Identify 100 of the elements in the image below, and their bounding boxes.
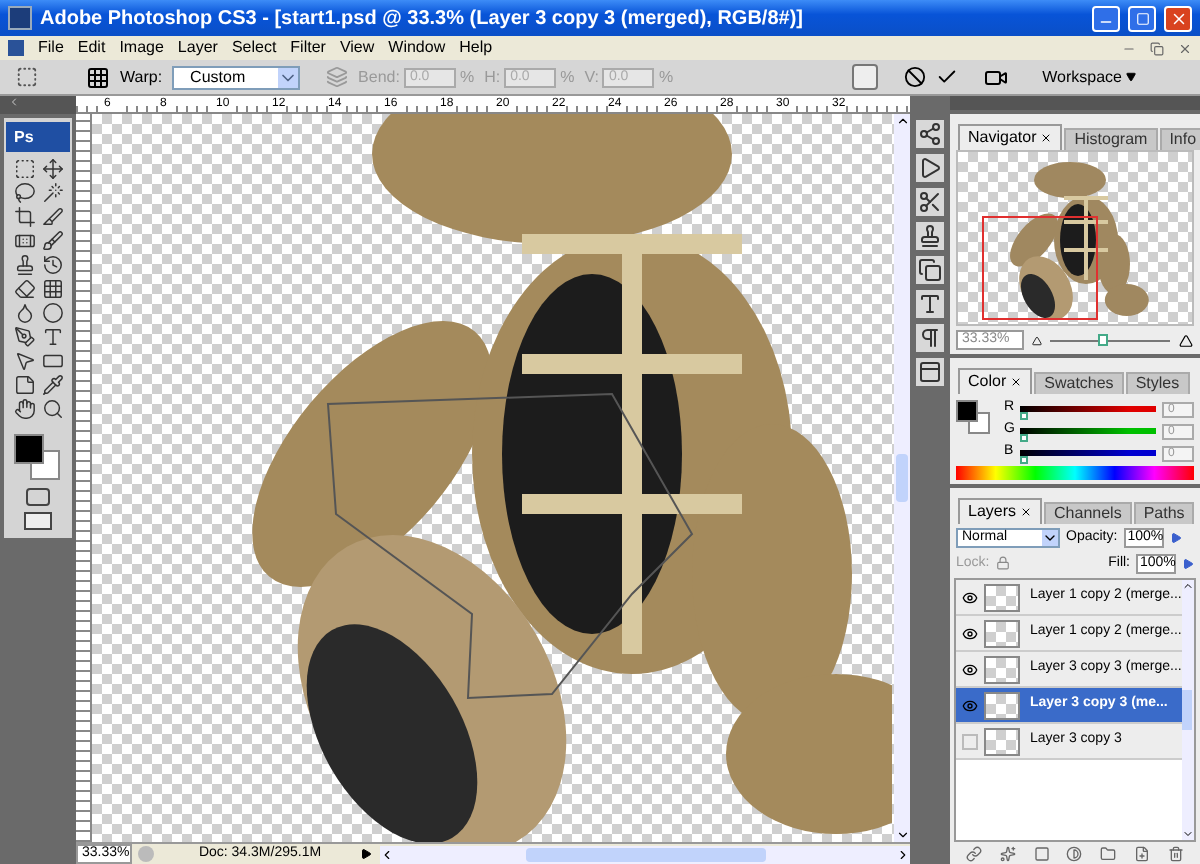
scrollbar-thumb[interactable] — [1182, 690, 1193, 730]
chevron-left-icon[interactable] — [380, 847, 394, 861]
character-icon[interactable] — [916, 290, 944, 318]
commit-icon[interactable] — [936, 66, 959, 88]
paragraph-icon[interactable] — [916, 324, 944, 352]
scrollbar-thumb[interactable] — [896, 454, 908, 502]
tool-preset-icon[interactable] — [16, 66, 38, 88]
stamp-icon[interactable] — [13, 254, 35, 276]
menu-item[interactable]: Select — [231, 36, 277, 60]
clone-source-icon[interactable] — [916, 222, 944, 250]
folder-icon[interactable] — [1100, 845, 1117, 861]
chevron-up-icon[interactable] — [895, 114, 909, 128]
warp-icon[interactable] — [86, 65, 110, 89]
menu-item[interactable]: Layer — [177, 36, 218, 60]
field-label: H: — [484, 65, 501, 89]
marquee-icon[interactable] — [13, 158, 35, 180]
close-icon[interactable] — [1010, 376, 1023, 388]
close-icon[interactable] — [1040, 132, 1053, 144]
menu-item[interactable]: Window — [388, 36, 446, 60]
panel-tab[interactable]: Styles — [1125, 372, 1190, 394]
slider-thumb[interactable] — [1097, 333, 1108, 345]
wand-icon[interactable] — [41, 182, 63, 204]
pen-icon[interactable] — [13, 326, 35, 348]
caret-icon — [278, 67, 299, 87]
panel-tab[interactable]: Color — [958, 368, 1033, 394]
minimize-button[interactable] — [1092, 5, 1120, 31]
zoom-icon[interactable] — [41, 398, 63, 420]
scrollbar-thumb[interactable] — [525, 847, 765, 861]
chevron-right-icon[interactable] — [896, 847, 910, 861]
play-icon[interactable] — [916, 154, 944, 182]
camera-icon[interactable] — [984, 65, 1009, 89]
type-icon[interactable] — [41, 326, 63, 348]
arrow-icon[interactable] — [360, 848, 372, 860]
warp-dropdown[interactable]: Custom — [172, 65, 301, 89]
trash-icon[interactable] — [1167, 845, 1184, 861]
caret-icon — [1042, 530, 1058, 547]
quick-mask-icon[interactable] — [26, 488, 50, 506]
panel-tab[interactable]: Paths — [1133, 502, 1195, 524]
panel-tab[interactable]: Navigator — [958, 124, 1063, 150]
reference-point-icon[interactable] — [852, 64, 879, 90]
view-rectangle[interactable] — [982, 216, 1098, 320]
new-layer-icon[interactable] — [1133, 845, 1150, 861]
vertical-scrollbar[interactable] — [894, 114, 910, 842]
lock-icon[interactable] — [995, 556, 1010, 571]
chevron-down-icon[interactable] — [895, 828, 909, 842]
drop-icon[interactable] — [13, 302, 35, 324]
slider-thumb[interactable] — [1020, 412, 1028, 420]
panel-tab[interactable]: Layers — [958, 498, 1043, 524]
history-brush-icon[interactable] — [41, 254, 63, 276]
effects-icon[interactable] — [1000, 845, 1017, 861]
restore-icon[interactable] — [1150, 41, 1164, 55]
move-icon[interactable] — [41, 158, 63, 180]
lasso-icon[interactable] — [13, 182, 35, 204]
color-spectrum[interactable] — [956, 466, 1194, 480]
menu-item[interactable]: Help — [459, 36, 493, 60]
maximize-button[interactable] — [1128, 5, 1156, 31]
eraser-icon[interactable] — [13, 278, 35, 300]
color-swatches-drawing[interactable] — [10, 430, 66, 482]
zoom-out-icon[interactable] — [1032, 335, 1042, 345]
layer-thumbnail — [984, 619, 1020, 647]
panel-tab[interactable]: Info — [1159, 128, 1200, 150]
menu-item[interactable]: File — [38, 36, 64, 60]
workspace-button[interactable]: Workspace — [1042, 65, 1136, 89]
logo: Ps — [6, 122, 70, 152]
menu-item[interactable]: Image — [119, 36, 164, 60]
crop-icon[interactable] — [13, 206, 35, 228]
window-title: Adobe Photoshop CS3 - [start1.psd @ 33.3% (Layer 3 copy 3 (merged), RGB/8#)] — [40, 5, 805, 33]
adjustment-icon[interactable] — [1066, 845, 1083, 861]
menu-item[interactable]: Edit — [77, 36, 106, 60]
horizontal-scrollbar[interactable] — [380, 845, 910, 863]
unit-label: % — [560, 65, 575, 89]
color-swatches-drawing[interactable] — [956, 400, 992, 436]
cancel-icon[interactable] — [904, 66, 927, 88]
brush-icon[interactable] — [41, 230, 63, 252]
zoom-in-icon[interactable] — [1178, 333, 1194, 347]
close-button[interactable] — [1164, 5, 1192, 31]
panel-tab[interactable]: Swatches — [1034, 372, 1124, 394]
menu-item[interactable]: View — [339, 36, 375, 60]
slider-thumb[interactable] — [1020, 434, 1028, 442]
panel-icon[interactable] — [916, 358, 944, 386]
knife-icon[interactable] — [41, 206, 63, 228]
rectangle-icon[interactable] — [41, 350, 63, 372]
panel-tab[interactable]: Histogram — [1064, 128, 1158, 150]
close-icon[interactable] — [1020, 506, 1033, 518]
menu-item[interactable]: Filter — [290, 36, 326, 60]
eyedropper-icon[interactable] — [41, 374, 63, 396]
pointer-icon[interactable] — [13, 350, 35, 372]
panel-tab[interactable]: Channels — [1044, 502, 1132, 524]
slider-thumb[interactable] — [1020, 456, 1028, 464]
note-icon[interactable] — [13, 374, 35, 396]
mask-icon[interactable] — [1033, 845, 1050, 861]
screen-mode-icon[interactable] — [24, 512, 52, 530]
link-icon[interactable] — [966, 845, 983, 861]
hand-icon[interactable] — [13, 398, 35, 420]
bandage-icon[interactable] — [13, 230, 35, 252]
gradient-icon[interactable] — [41, 278, 63, 300]
maximize-icon — [1135, 11, 1149, 25]
eye-icon[interactable] — [962, 589, 978, 605]
eye-icon[interactable] — [962, 625, 978, 641]
eye-icon[interactable] — [962, 661, 978, 677]
